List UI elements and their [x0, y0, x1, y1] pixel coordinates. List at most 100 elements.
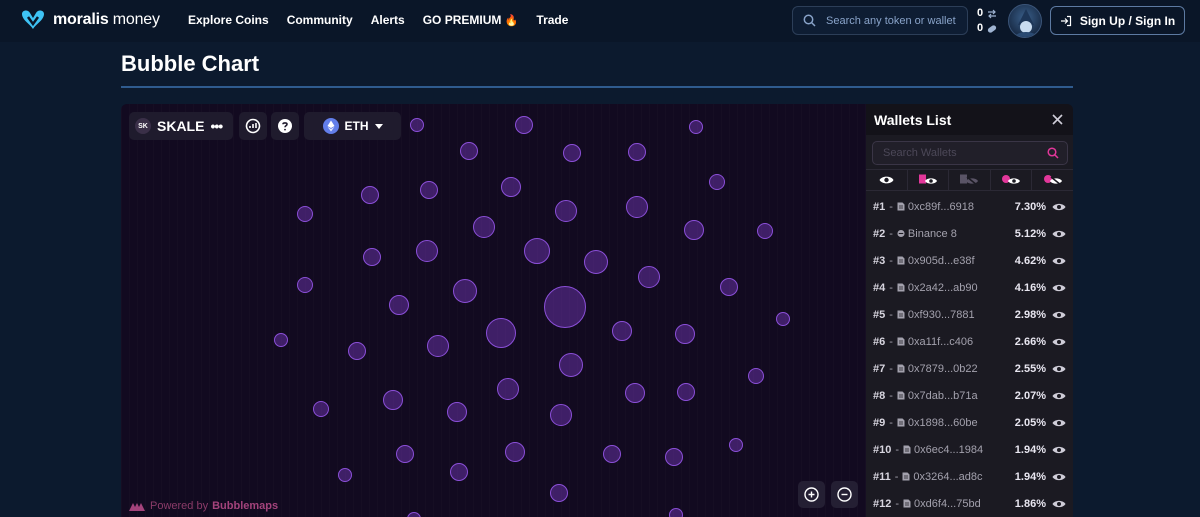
holder-bubble[interactable]	[675, 324, 695, 344]
network-selector[interactable]: ETH	[304, 112, 401, 140]
holder-bubble[interactable]	[628, 143, 646, 161]
holder-bubble[interactable]	[297, 277, 313, 293]
wallet-row[interactable]: #11- 0x3264...ad8c 1.94%	[866, 463, 1073, 490]
holder-bubble[interactable]	[729, 438, 743, 452]
holder-bubble[interactable]	[720, 278, 738, 296]
nav-community[interactable]: Community	[287, 13, 353, 27]
holder-bubble[interactable]	[625, 383, 645, 403]
more-options-icon[interactable]: •••	[210, 118, 223, 134]
nav-trade[interactable]: Trade	[536, 13, 568, 27]
holder-bubble[interactable]	[550, 484, 568, 502]
holder-bubble[interactable]	[748, 368, 764, 384]
wallet-row[interactable]: #9- 0x1898...60be 2.05%	[866, 409, 1073, 436]
holder-bubble[interactable]	[383, 390, 403, 410]
bubble-chart-canvas[interactable]: SK SKALE ••• ETH Powered by Bubblemaps	[121, 104, 866, 517]
holder-bubble[interactable]	[410, 118, 424, 132]
eye-icon[interactable]	[1052, 445, 1066, 455]
holder-bubble[interactable]	[563, 144, 581, 162]
holder-bubble[interactable]	[757, 223, 773, 239]
holder-bubble[interactable]	[524, 238, 550, 264]
filter-all-visible[interactable]	[866, 170, 908, 190]
eye-icon[interactable]	[1052, 364, 1066, 374]
zoom-in-button[interactable]	[798, 481, 825, 508]
holder-bubble[interactable]	[584, 250, 608, 274]
holder-bubble[interactable]	[505, 442, 525, 462]
eye-icon[interactable]	[1052, 418, 1066, 428]
user-avatar[interactable]	[1008, 4, 1042, 38]
sign-up-button[interactable]: Sign Up / Sign In	[1050, 6, 1185, 35]
help-button[interactable]	[271, 112, 299, 140]
holder-bubble[interactable]	[348, 342, 366, 360]
holder-bubble[interactable]	[555, 200, 577, 222]
chart-stats-button[interactable]	[239, 112, 267, 140]
holder-bubble[interactable]	[420, 181, 438, 199]
wallet-row[interactable]: #10- 0x6ec4...1984 1.94%	[866, 436, 1073, 463]
close-icon[interactable]	[1052, 114, 1063, 125]
nav-explore-coins[interactable]: Explore Coins	[188, 13, 269, 27]
token-selector[interactable]: SK SKALE •••	[129, 112, 233, 140]
holder-bubble[interactable]	[776, 312, 790, 326]
nav-go-premium[interactable]: GO PREMIUM 🔥	[423, 13, 519, 27]
holder-bubble[interactable]	[297, 206, 313, 222]
holder-bubble[interactable]	[389, 295, 409, 315]
eye-icon[interactable]	[1052, 499, 1066, 509]
powered-by-bubblemaps[interactable]: Powered by Bubblemaps	[128, 500, 278, 512]
holder-bubble[interactable]	[626, 196, 648, 218]
tokens-counter[interactable]: 0	[977, 21, 998, 36]
holder-bubble[interactable]	[416, 240, 438, 262]
zoom-out-button[interactable]	[831, 481, 858, 508]
holder-bubble[interactable]	[396, 445, 414, 463]
holder-bubble[interactable]	[638, 266, 660, 288]
holder-bubble[interactable]	[363, 248, 381, 266]
holder-bubble[interactable]	[603, 445, 621, 463]
global-search-input[interactable]: Search any token or wallet	[792, 6, 968, 35]
holder-bubble[interactable]	[665, 448, 683, 466]
eye-icon[interactable]	[1052, 202, 1066, 212]
holder-bubble[interactable]	[544, 286, 586, 328]
holder-bubble[interactable]	[709, 174, 725, 190]
wallet-row[interactable]: #6- 0xa11f...c406 2.66%	[866, 328, 1073, 355]
holder-bubble[interactable]	[669, 508, 683, 517]
holder-bubble[interactable]	[550, 404, 572, 426]
wallet-row[interactable]: #12- 0xd6f4...75bd 1.86%	[866, 490, 1073, 517]
filter-contracts-hidden[interactable]	[949, 170, 991, 190]
holder-bubble[interactable]	[427, 335, 449, 357]
nav-alerts[interactable]: Alerts	[371, 13, 405, 27]
holder-bubble[interactable]	[460, 142, 478, 160]
filter-exchanges-hidden[interactable]	[1032, 170, 1073, 190]
holder-bubble[interactable]	[338, 468, 352, 482]
wallet-row[interactable]: #8- 0x7dab...b71a 2.07%	[866, 382, 1073, 409]
holder-bubble[interactable]	[515, 116, 533, 134]
holder-bubble[interactable]	[677, 383, 695, 401]
holder-bubble[interactable]	[689, 120, 703, 134]
holder-bubble[interactable]	[612, 321, 632, 341]
holder-bubble[interactable]	[473, 216, 495, 238]
filter-contracts-visible[interactable]	[908, 170, 950, 190]
holder-bubble[interactable]	[274, 333, 288, 347]
alerts-counter[interactable]: 0	[977, 6, 998, 21]
holder-bubble[interactable]	[497, 378, 519, 400]
wallets-search-input[interactable]: Search Wallets	[872, 141, 1068, 165]
eye-icon[interactable]	[1052, 229, 1066, 239]
holder-bubble[interactable]	[447, 402, 467, 422]
holder-bubble[interactable]	[559, 353, 583, 377]
eye-icon[interactable]	[1052, 472, 1066, 482]
eye-icon[interactable]	[1052, 283, 1066, 293]
holder-bubble[interactable]	[501, 177, 521, 197]
holder-bubble[interactable]	[684, 220, 704, 240]
holder-bubble[interactable]	[486, 318, 516, 348]
holder-bubble[interactable]	[450, 463, 468, 481]
moralis-money-logo[interactable]: moralis money	[20, 9, 160, 31]
wallet-row[interactable]: #4- 0x2a42...ab90 4.16%	[866, 274, 1073, 301]
holder-bubble[interactable]	[361, 186, 379, 204]
wallet-row[interactable]: #7- 0x7879...0b22 2.55%	[866, 355, 1073, 382]
wallet-row[interactable]: #5- 0xf930...7881 2.98%	[866, 301, 1073, 328]
wallet-row[interactable]: #2- Binance 8 5.12%	[866, 220, 1073, 247]
eye-icon[interactable]	[1052, 337, 1066, 347]
filter-exchanges-visible[interactable]	[991, 170, 1033, 190]
eye-icon[interactable]	[1052, 391, 1066, 401]
holder-bubble[interactable]	[313, 401, 329, 417]
holder-bubble[interactable]	[453, 279, 477, 303]
wallet-row[interactable]: #1- 0xc89f...6918 7.30%	[866, 193, 1073, 220]
eye-icon[interactable]	[1052, 310, 1066, 320]
